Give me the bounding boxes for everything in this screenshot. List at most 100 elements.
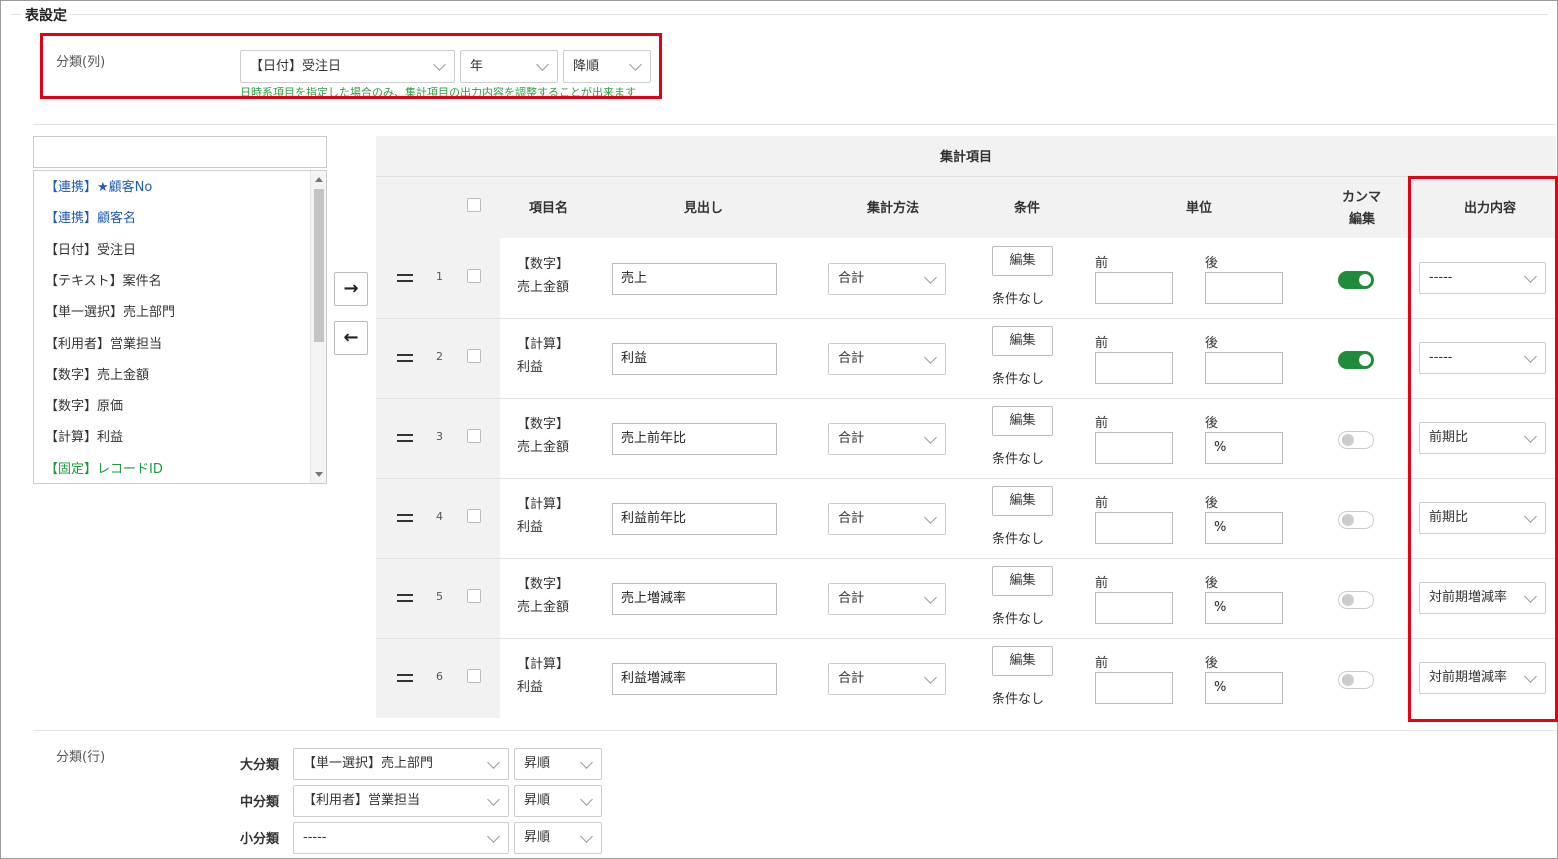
item-type: 【計算】 bbox=[517, 497, 570, 512]
edit-condition-button[interactable]: 編集 bbox=[992, 486, 1053, 516]
chevron-down-icon bbox=[580, 793, 593, 806]
scroll-thumb[interactable] bbox=[314, 189, 324, 342]
scroll-up-icon[interactable] bbox=[315, 177, 323, 182]
method-value: 合計 bbox=[838, 511, 865, 526]
prefix-input[interactable] bbox=[1095, 512, 1173, 544]
heading-input[interactable]: 利益増減率 bbox=[612, 663, 777, 695]
edit-condition-button[interactable]: 編集 bbox=[992, 246, 1053, 276]
row-checkbox[interactable] bbox=[467, 349, 481, 363]
field-list-item[interactable]: 【固定】レコードID bbox=[45, 458, 163, 477]
scroll-down-icon[interactable] bbox=[315, 472, 323, 477]
comma-toggle[interactable] bbox=[1338, 591, 1374, 609]
remove-field-button[interactable]: ← bbox=[334, 321, 368, 355]
item-field: 利益 bbox=[517, 520, 544, 535]
comma-toggle[interactable] bbox=[1338, 271, 1374, 289]
heading-input[interactable]: 利益 bbox=[612, 343, 777, 375]
row-divider bbox=[376, 478, 1556, 479]
field-list-item[interactable]: 【計算】利益 bbox=[45, 426, 123, 445]
suffix-input[interactable]: % bbox=[1205, 512, 1283, 544]
field-list-item[interactable]: 【単一選択】売上部門 bbox=[45, 301, 175, 320]
row-field-value: 【単一選択】売上部門 bbox=[303, 756, 434, 771]
row-order-value: 昇順 bbox=[524, 830, 551, 845]
comma-toggle[interactable] bbox=[1338, 511, 1374, 529]
row-order-select[interactable]: 昇順 bbox=[514, 748, 602, 780]
field-list-item[interactable]: 【利用者】営業担当 bbox=[45, 333, 162, 352]
row-field-select[interactable]: 【利用者】営業担当 bbox=[293, 785, 509, 817]
field-list-item[interactable]: 【連携】顧客名 bbox=[45, 207, 136, 226]
method-select[interactable]: 合計 bbox=[828, 663, 946, 695]
row-checkbox[interactable] bbox=[467, 589, 481, 603]
chevron-down-icon bbox=[924, 351, 937, 364]
prefix-input[interactable] bbox=[1095, 672, 1173, 704]
drag-handle-icon[interactable] bbox=[397, 674, 413, 682]
divider bbox=[33, 730, 1556, 731]
method-select[interactable]: 合計 bbox=[828, 343, 946, 375]
drag-handle-icon[interactable] bbox=[397, 594, 413, 602]
drag-handle-icon[interactable] bbox=[397, 514, 413, 522]
edit-condition-button[interactable]: 編集 bbox=[992, 326, 1053, 356]
heading-input[interactable]: 利益前年比 bbox=[612, 503, 777, 535]
comma-toggle[interactable] bbox=[1338, 671, 1374, 689]
method-select[interactable]: 合計 bbox=[828, 503, 946, 535]
heading-input[interactable]: 売上 bbox=[612, 263, 777, 295]
method-select[interactable]: 合計 bbox=[828, 583, 946, 615]
prefix-input[interactable] bbox=[1095, 592, 1173, 624]
header-method: 集計方法 bbox=[867, 201, 920, 216]
prefix-input[interactable] bbox=[1095, 272, 1173, 304]
comma-toggle[interactable] bbox=[1338, 431, 1374, 449]
heading-input[interactable]: 売上前年比 bbox=[612, 423, 777, 455]
add-field-button[interactable]: → bbox=[334, 272, 368, 306]
field-list-item[interactable]: 【数字】売上金額 bbox=[45, 364, 149, 383]
row-checkbox[interactable] bbox=[467, 429, 481, 443]
row-level-label: 中分類 bbox=[240, 795, 280, 810]
suffix-label: 後 bbox=[1205, 496, 1219, 511]
suffix-input[interactable] bbox=[1205, 272, 1283, 304]
suffix-label: 後 bbox=[1205, 416, 1219, 431]
row-order-select[interactable]: 昇順 bbox=[514, 785, 602, 817]
suffix-input[interactable]: % bbox=[1205, 592, 1283, 624]
item-field: 売上金額 bbox=[517, 440, 570, 455]
field-search-input[interactable] bbox=[33, 136, 327, 168]
prefix-label: 前 bbox=[1095, 576, 1109, 591]
row-divider bbox=[376, 638, 1556, 639]
suffix-input[interactable] bbox=[1205, 352, 1283, 384]
row-field-select[interactable]: 【単一選択】売上部門 bbox=[293, 748, 509, 780]
item-field: 利益 bbox=[517, 680, 544, 695]
edit-condition-button[interactable]: 編集 bbox=[992, 566, 1053, 596]
section-title: 表設定 bbox=[22, 5, 70, 25]
suffix-label: 後 bbox=[1205, 336, 1219, 351]
item-type: 【計算】 bbox=[517, 337, 570, 352]
suffix-input[interactable]: % bbox=[1205, 672, 1283, 704]
prefix-input[interactable] bbox=[1095, 432, 1173, 464]
field-list-item[interactable]: 【日付】受注日 bbox=[45, 239, 136, 258]
edit-condition-button[interactable]: 編集 bbox=[992, 646, 1053, 676]
drag-handle-icon[interactable] bbox=[397, 274, 413, 282]
row-class-label: 分類(行) bbox=[56, 750, 106, 765]
prefix-input[interactable] bbox=[1095, 352, 1173, 384]
drag-handle-icon[interactable] bbox=[397, 354, 413, 362]
drag-handle-icon[interactable] bbox=[397, 434, 413, 442]
field-list-item[interactable]: 【テキスト】案件名 bbox=[45, 270, 162, 289]
row-checkbox[interactable] bbox=[467, 669, 481, 683]
row-field-select[interactable]: ----- bbox=[293, 822, 509, 854]
row-number: 1 bbox=[436, 270, 443, 283]
heading-input[interactable]: 売上増減率 bbox=[612, 583, 777, 615]
method-select[interactable]: 合計 bbox=[828, 423, 946, 455]
row-order-select[interactable]: 昇順 bbox=[514, 822, 602, 854]
row-checkbox[interactable] bbox=[467, 509, 481, 523]
suffix-input[interactable]: % bbox=[1205, 432, 1283, 464]
condition-status: 条件なし bbox=[992, 372, 1045, 387]
edit-condition-button[interactable]: 編集 bbox=[992, 406, 1053, 436]
list-scrollbar[interactable] bbox=[310, 171, 326, 483]
row-checkbox[interactable] bbox=[467, 269, 481, 283]
header-comma: カンマ bbox=[1342, 190, 1382, 205]
field-list[interactable]: 【連携】★顧客No 【連携】顧客名 【日付】受注日【テキスト】案件名 【単一選択】売上… bbox=[33, 170, 327, 484]
item-field: 売上金額 bbox=[517, 280, 570, 295]
comma-toggle[interactable] bbox=[1338, 351, 1374, 369]
prefix-label: 前 bbox=[1095, 656, 1109, 671]
select-all-checkbox[interactable] bbox=[467, 198, 481, 212]
method-select[interactable]: 合計 bbox=[828, 263, 946, 295]
field-list-item[interactable]: 【数字】原価 bbox=[45, 395, 123, 414]
row-number: 6 bbox=[436, 670, 443, 683]
field-list-item[interactable]: 【連携】★顧客No bbox=[45, 176, 152, 195]
